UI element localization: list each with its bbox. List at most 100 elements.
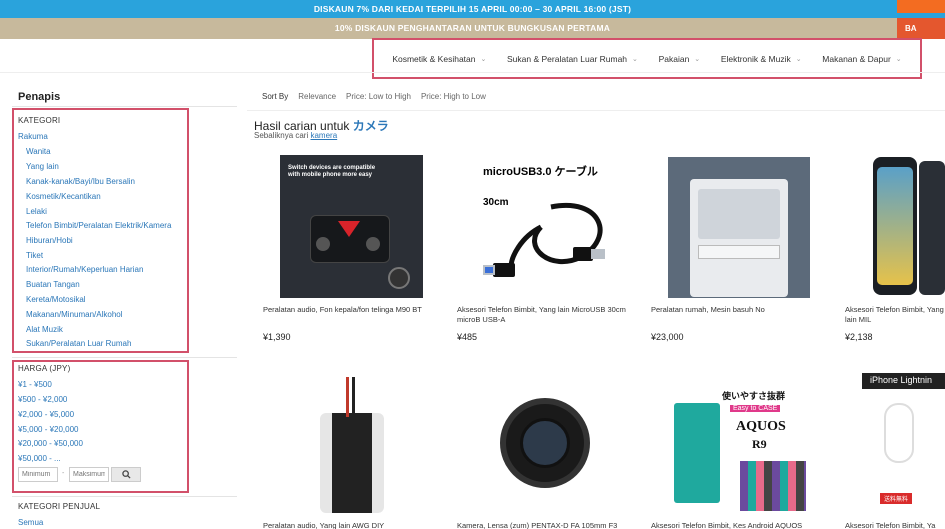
product-card[interactable]: Switch devices are compatible with mobil… — [262, 152, 447, 352]
product-name[interactable]: Aksesori Telefon Bimbit, Kes Android AQU… — [651, 521, 826, 529]
sort-label: Sort By — [262, 92, 289, 101]
sort-option-high-low[interactable]: Price: High to Low — [421, 92, 486, 101]
earbud-right — [366, 237, 380, 251]
phone-case-teal — [674, 403, 720, 503]
product-image[interactable]: 使いやすさ抜群 Easy to CASE AQUOS R9 — [668, 373, 810, 516]
category-link[interactable]: Sukan/Peralatan Luar Rumah — [26, 339, 131, 348]
chevron-down-icon: ⌄ — [795, 55, 802, 63]
price-range-dash: - — [62, 470, 65, 477]
chevron-down-icon: ⌄ — [694, 55, 701, 63]
category-link[interactable]: Tiket — [26, 251, 43, 260]
washing-machine-lid — [698, 189, 780, 239]
sort-divider — [247, 110, 945, 111]
product-image-text: iPhone Lightnin — [862, 373, 945, 389]
sort-option-relevance[interactable]: Relevance — [298, 92, 336, 101]
category-link[interactable]: Wanita — [26, 147, 51, 156]
sidebar-divider — [12, 496, 237, 497]
price-range-link[interactable]: ¥20,000 - ¥50,000 — [18, 439, 83, 448]
product-image[interactable] — [668, 157, 810, 298]
category-link[interactable]: Kosmetik/Kecantikan — [26, 192, 101, 201]
category-link[interactable]: Alat Muzik — [26, 325, 63, 334]
product-price: ¥2,138 — [845, 332, 873, 342]
product-image[interactable] — [869, 157, 945, 297]
product-image-text: Switch devices are compatible with mobil… — [288, 165, 376, 178]
chevron-down-icon: ⌄ — [632, 55, 638, 63]
nav-item-makanan[interactable]: Makanan & Dapur ⌄ — [822, 54, 901, 64]
product-name[interactable]: Aksesori Telefon Bimbit, Ya — [845, 521, 945, 529]
category-link[interactable]: Lelaki — [26, 207, 47, 216]
alt-search: Sebaliknya cari kamera — [254, 131, 337, 140]
phone-case-side — [919, 161, 945, 295]
price-range-link[interactable]: ¥50,000 - ... — [18, 454, 61, 463]
nav-item-elektronik[interactable]: Elektronik & Muzik ⌄ — [721, 54, 802, 64]
product-name[interactable]: Peralatan audio, Fon kepala/fon telinga … — [263, 305, 438, 315]
seller-category-link[interactable]: Semua — [18, 518, 43, 527]
sidebar-divider — [12, 357, 237, 358]
category-link[interactable]: Hiburan/Hobi — [26, 236, 73, 245]
seller-category-heading: KATEGORI PENJUAL — [18, 502, 101, 511]
price-min-input[interactable] — [18, 467, 58, 482]
product-name[interactable]: Aksesori Telefon Bimbit, Yang lain MIL — [845, 305, 945, 325]
category-link[interactable]: Kanak-kanak/Bayi/Ibu Bersalin — [26, 177, 135, 186]
nav-item-kosmetik[interactable]: Kosmetik & Kesihatan ⌄ — [392, 54, 486, 64]
product-image-text: 使いやすさ抜群 — [722, 391, 786, 401]
product-image[interactable]: microUSB3.0 ケーブル 30cm — [481, 155, 616, 298]
price-heading: HARGA (JPY) — [18, 364, 71, 373]
alt-search-link[interactable]: kamera — [310, 131, 337, 140]
category-link[interactable]: Makanan/Minuman/Alkohol — [26, 310, 123, 319]
price-range-link[interactable]: ¥5,000 - ¥20,000 — [18, 425, 79, 434]
nav-item-label: Sukan & Peralatan Luar Rumah — [507, 53, 628, 64]
wire-spool-core — [332, 413, 372, 513]
price-range-link[interactable]: ¥1 - ¥500 — [18, 380, 52, 389]
product-image[interactable]: iPhone Lightnin 送料無料 — [862, 373, 945, 516]
nav-item-sukan[interactable]: Sukan & Peralatan Luar Rumah ⌄ — [507, 54, 638, 64]
product-name[interactable]: Aksesori Telefon Bimbit, Yang lain Micro… — [457, 305, 632, 325]
product-card[interactable]: Kamera, Lensa (zum) PENTAX-D FA 105mm F3 — [456, 370, 641, 529]
nav-item-label: Pakaian — [658, 53, 690, 64]
results-keyword[interactable]: カメラ — [353, 119, 389, 133]
earphones-shape — [884, 403, 914, 463]
price-max-input[interactable] — [69, 467, 109, 482]
product-name[interactable]: Kamera, Lensa (zum) PENTAX-D FA 105mm F3 — [457, 521, 632, 529]
product-card[interactable]: microUSB3.0 ケーブル 30cm Aksesori Telefon B… — [456, 152, 641, 352]
earbud-loose — [388, 267, 410, 289]
product-card[interactable]: iPhone Lightnin 送料無料 Aksesori Telefon Bi… — [844, 370, 945, 529]
product-card[interactable]: Peralatan rumah, Mesin basuh No ¥23,000 — [650, 152, 835, 352]
sort-bar: Sort By Relevance Price: Low to High Pri… — [262, 92, 486, 101]
phone-screen — [877, 167, 913, 285]
category-root-link[interactable]: Rakuma — [18, 132, 48, 141]
earbud-left — [316, 237, 330, 251]
product-price: ¥1,390 — [263, 332, 291, 342]
header-divider — [0, 72, 945, 73]
price-search-button[interactable] — [111, 467, 141, 482]
product-image[interactable] — [280, 373, 423, 516]
promo-banner-side-top[interactable] — [897, 0, 945, 13]
product-card[interactable]: Aksesori Telefon Bimbit, Yang lain MIL ¥… — [844, 152, 945, 352]
nav-item-label: Elektronik & Muzik — [720, 53, 791, 64]
search-icon — [121, 470, 131, 479]
category-link[interactable]: Interior/Rumah/Keperluan Harian — [26, 265, 143, 274]
category-link[interactable]: Yang lain — [26, 162, 59, 171]
product-image-text-3: AQUOS — [736, 419, 786, 434]
chevron-down-icon: ⌄ — [895, 55, 902, 63]
product-price: ¥485 — [457, 332, 478, 342]
category-link[interactable]: Kereta/Motosikal — [26, 295, 86, 304]
promo-banner-side-second[interactable]: BA — [897, 18, 945, 39]
filter-title: Penapis — [18, 91, 61, 103]
category-link[interactable]: Telefon Bimbit/Peralatan Elektrik/Kamera — [26, 221, 171, 230]
category-link[interactable]: Buatan Tangan — [26, 280, 80, 289]
product-image-text-2: Easy to CASE — [730, 405, 781, 412]
price-range-link[interactable]: ¥2,000 - ¥5,000 — [18, 410, 74, 419]
product-image[interactable] — [474, 388, 616, 500]
product-image[interactable]: Switch devices are compatible with mobil… — [280, 155, 423, 298]
product-name[interactable]: Peralatan audio, Yang lain AWG DIY — [263, 521, 438, 529]
sort-option-low-high[interactable]: Price: Low to High — [346, 92, 411, 101]
nav-item-pakaian[interactable]: Pakaian ⌄ — [659, 54, 701, 64]
price-range-link[interactable]: ¥500 - ¥2,000 — [18, 395, 67, 404]
promo-banner-top[interactable]: DISKAUN 7% DARI KEDAI TERPILIH 15 APRIL … — [0, 0, 945, 18]
product-card[interactable]: Peralatan audio, Yang lain AWG DIY — [262, 370, 447, 529]
product-name[interactable]: Peralatan rumah, Mesin basuh No — [651, 305, 826, 315]
camera-lens-glass — [520, 418, 570, 468]
promo-banner-second[interactable]: 10% DISKAUN PENGHANTARAN UNTUK BUNGKUSAN… — [0, 18, 945, 39]
product-card[interactable]: 使いやすさ抜群 Easy to CASE AQUOS R9 Aksesori T… — [650, 370, 835, 529]
